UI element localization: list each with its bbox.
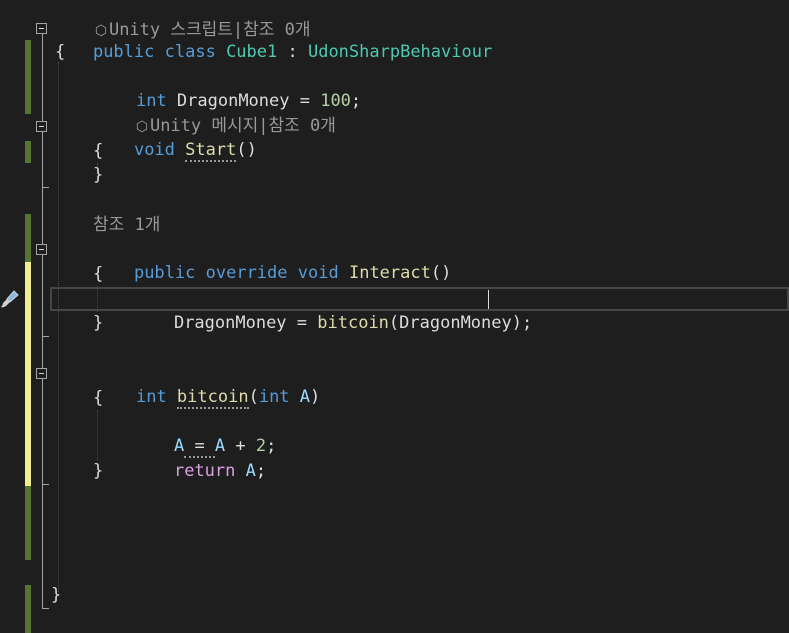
start-method-declaration: void Start()	[93, 114, 257, 162]
parens: ()	[236, 140, 257, 160]
indent-guide	[58, 62, 59, 592]
keyword-class: class	[164, 42, 216, 62]
return-statement: return A;	[133, 435, 266, 481]
interact-open-brace: {	[93, 264, 104, 284]
outline-end-tick	[42, 484, 49, 485]
keyword-public: public	[92, 42, 155, 62]
keyword-return: return	[173, 461, 236, 481]
text-caret	[488, 290, 489, 309]
method-name-start[interactable]: Start	[185, 140, 237, 162]
keyword-public: public	[133, 263, 196, 283]
codelens-references[interactable]: 참조 1개	[93, 213, 160, 237]
class-close-brace: }	[51, 585, 62, 605]
paren-close: )	[310, 387, 321, 407]
statement-end: ;	[255, 461, 267, 481]
method-name-interact: Interact	[348, 263, 431, 283]
outline-end-tick	[42, 187, 49, 188]
keyword-void: void	[133, 140, 175, 160]
field-declaration: int DragonMoney = 100;	[95, 65, 361, 111]
inherit-sep: :	[277, 42, 308, 62]
collapse-start-toggle[interactable]	[36, 121, 47, 132]
variable-a: A	[235, 461, 256, 481]
change-marker-saved	[25, 40, 31, 114]
change-marker-saved	[25, 486, 31, 560]
class-name: Cube1	[226, 42, 278, 62]
bitcoin-close-brace: }	[93, 461, 104, 481]
bitcoin-method-declaration: int bitcoin(int A)	[95, 361, 320, 409]
codelens-unity-message[interactable]: ⬡ Unity 메시지|참조 0개	[93, 90, 336, 136]
collapse-interact-toggle[interactable]	[36, 244, 47, 255]
change-marker-saved	[25, 214, 31, 262]
outline-end-tick	[42, 608, 49, 609]
change-marker-saved	[25, 141, 31, 163]
return-type: int	[135, 387, 167, 407]
bitcoin-open-brace: {	[93, 388, 104, 408]
code-editor[interactable]: ⬡ Unity 스크립트|참조 0개 public class Cube1 : U…	[0, 0, 789, 633]
param-name: A	[299, 387, 311, 407]
paren-open: (	[248, 387, 259, 407]
base-class-name: UdonSharpBehaviour	[307, 42, 493, 62]
change-marker-unsaved	[25, 262, 31, 486]
collapse-bitcoin-toggle[interactable]	[36, 368, 47, 379]
statement-end: ;	[266, 436, 277, 456]
assign-statement: A = A + 2;	[133, 410, 276, 458]
class-open-brace: {	[55, 42, 66, 62]
start-open-brace: {	[93, 141, 104, 161]
change-marker-saved	[25, 585, 31, 633]
outline-end-tick	[42, 336, 49, 337]
parens: ()	[430, 263, 452, 283]
call-args: (DragonMoney);	[388, 313, 533, 333]
class-declaration: public class Cube1 : UdonSharpBehaviour	[52, 16, 492, 62]
statement-end: ;	[350, 91, 362, 111]
interact-body-statement: DragonMoney = bitcoin(DragonMoney);	[133, 287, 532, 333]
interact-method-declaration: public override void Interact()	[93, 237, 451, 283]
keyword-override: override	[205, 263, 288, 283]
call-bitcoin: bitcoin	[317, 313, 389, 333]
collapse-class-toggle[interactable]	[36, 23, 47, 34]
quick-actions-brush-icon[interactable]	[0, 289, 20, 309]
start-close-brace: }	[93, 165, 104, 185]
keyword-void: void	[297, 263, 339, 283]
interact-close-brace: }	[93, 313, 104, 333]
assign-op: =	[286, 313, 318, 333]
method-name-bitcoin[interactable]: bitcoin	[176, 387, 249, 409]
variable-dragonmoney: DragonMoney	[173, 313, 287, 333]
param-type: int	[258, 387, 290, 407]
